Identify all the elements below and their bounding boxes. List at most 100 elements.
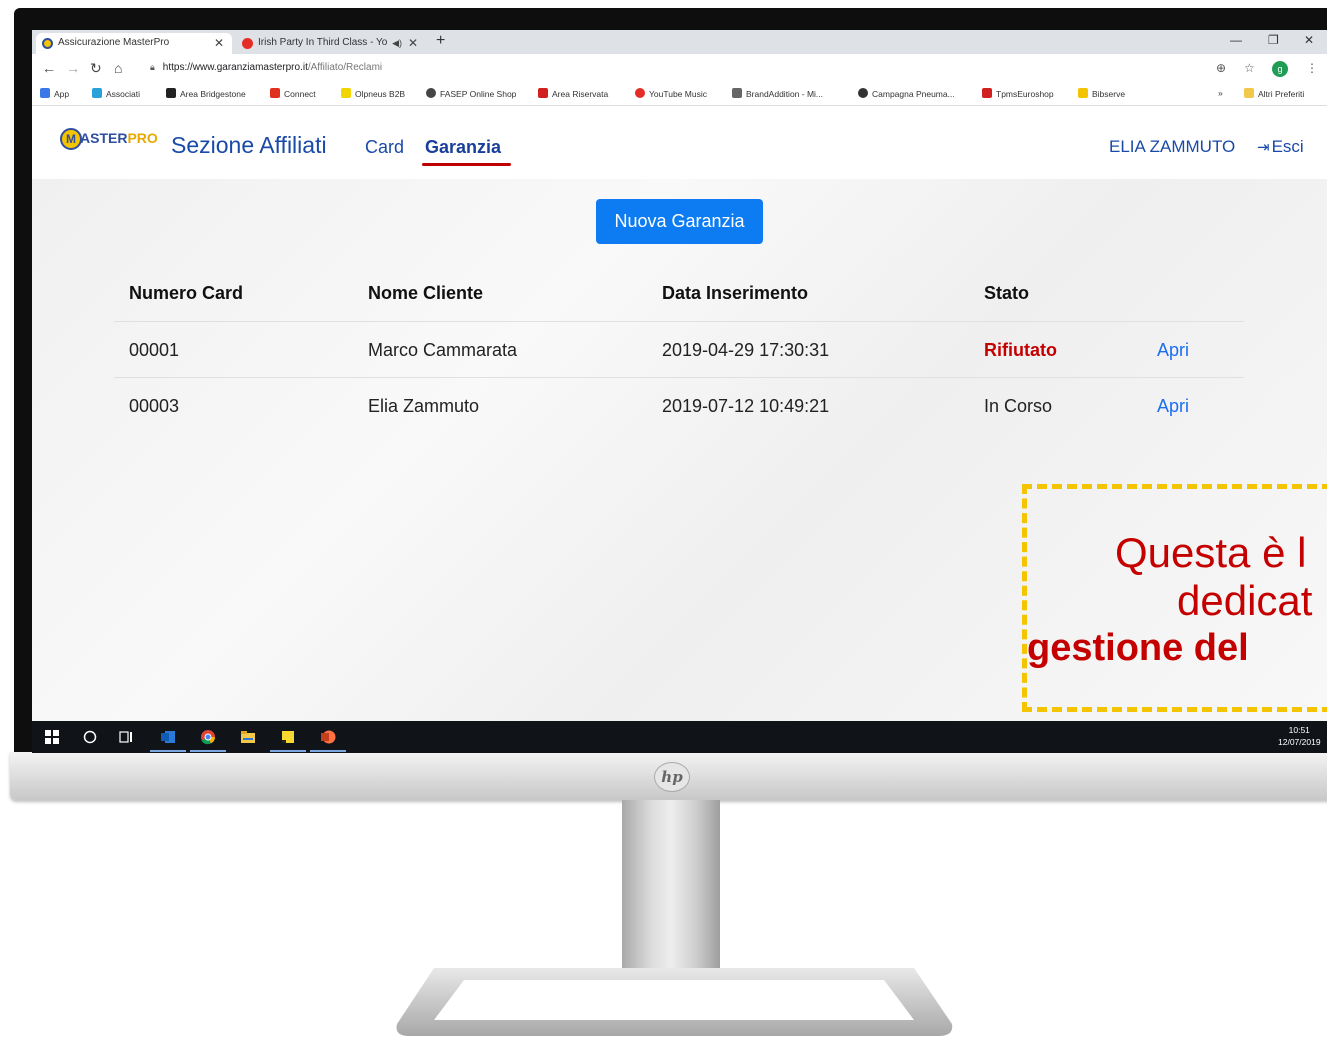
tpms-icon [982, 88, 992, 98]
back-icon[interactable]: ← [42, 60, 56, 76]
bookmark-star-icon[interactable]: ☆ [1244, 61, 1255, 75]
new-tab-icon[interactable]: + [436, 32, 445, 50]
speaker-icon[interactable]: ◀) [392, 33, 402, 53]
insert-date: 2019-07-12 10:49:21 [662, 396, 830, 416]
connect-icon [270, 88, 280, 98]
sticky-notes-icon[interactable] [280, 729, 296, 745]
bookmarks-more-icon[interactable]: » [1218, 88, 1223, 98]
user-name: ELIA ZAMMUTO [1109, 137, 1236, 156]
site-navbar: M ASTERPRO Sezione Affiliati Card Garanz… [32, 106, 1327, 179]
bibserve-icon [1078, 88, 1088, 98]
masterpro-logo[interactable]: M ASTERPRO [60, 128, 158, 154]
customer-name: Marco Cammarata [368, 340, 518, 360]
folder-icon [1244, 88, 1254, 98]
reload-icon[interactable]: ↻ [90, 60, 102, 77]
bookmark-item[interactable]: YouTube Music [635, 88, 707, 99]
bookmark-item[interactable]: Area Bridgestone [166, 88, 246, 99]
browser-tab-active[interactable]: Assicurazione MasterPro ✕ [36, 33, 232, 54]
app-running-indicator [190, 750, 226, 752]
bookmark-item[interactable]: Associati [92, 88, 140, 99]
bookmark-item[interactable]: Olpneus B2B [341, 88, 405, 99]
youtube-favicon-icon [242, 38, 253, 49]
minimize-icon[interactable]: — [1230, 33, 1242, 47]
table-row: 00001 Marco Cammarata 2019-04-29 17:30:3… [114, 321, 1244, 377]
restore-icon[interactable]: ❐ [1268, 33, 1279, 47]
insert-date: 2019-04-29 17:30:31 [662, 340, 830, 360]
url-field[interactable]: 🔒︎ https://www.garanziamasterpro.it/Affil… [150, 62, 382, 73]
annotation-callout: Questa è l dedicat gestione del [1022, 484, 1327, 712]
bookmark-item[interactable]: Connect [270, 88, 316, 99]
profile-avatar[interactable]: g [1272, 61, 1288, 77]
url-host: https://www.garanziamasterpro.it [162, 62, 308, 73]
app-running-indicator [270, 750, 306, 752]
windows-start-icon[interactable] [44, 729, 60, 745]
youtube-music-icon [635, 88, 645, 98]
powerpoint-icon[interactable] [320, 729, 336, 745]
monitor-stand-base [396, 968, 953, 1036]
table-header: Numero Card Nome Cliente Data Inseriment… [114, 265, 1244, 321]
callout-line: Questa è l [1115, 529, 1307, 576]
monitor-stand-neck [622, 800, 720, 980]
outlook-icon[interactable] [160, 729, 176, 745]
new-guarantee-button[interactable]: Nuova Garanzia [596, 199, 763, 244]
callout-line: dedicat [1177, 577, 1313, 624]
bookmark-item[interactable]: Campagna Pneuma... [858, 88, 955, 99]
nav-card[interactable]: Card [365, 137, 404, 158]
cortana-search-icon[interactable] [82, 729, 98, 745]
close-tab-icon[interactable]: ✕ [214, 33, 224, 53]
task-view-icon[interactable] [118, 729, 134, 745]
callout-line: gestione del [1027, 627, 1249, 669]
logout-link[interactable]: ⇥ Esci [1257, 137, 1304, 157]
bookmark-item[interactable]: BrandAddition - Mi... [732, 88, 823, 99]
close-tab-icon[interactable]: ✕ [408, 33, 418, 53]
windows-taskbar: 10:51 12/07/2019 [32, 721, 1327, 753]
bookmarks-bar: App Associati Area Bridgestone Connect O… [32, 84, 1327, 106]
forward-icon[interactable]: → [66, 60, 80, 76]
masterpro-favicon-icon [42, 38, 53, 49]
tab-title: Assicurazione MasterPro [58, 37, 170, 48]
clock-date: 12/07/2019 [1278, 737, 1321, 747]
tab-title: Irish Party In Third Class - Yo [258, 37, 388, 48]
nav-garanzia[interactable]: Garanzia [425, 137, 501, 158]
fasep-icon [426, 88, 436, 98]
menu-kebab-icon[interactable]: ⋮ [1306, 61, 1318, 75]
bookmark-other[interactable]: Altri Preferiti [1244, 88, 1304, 99]
zoom-icon[interactable]: ⊕ [1216, 61, 1226, 75]
bridgestone-icon [166, 88, 176, 98]
bookmark-apps[interactable]: App [40, 88, 69, 99]
browser-tab[interactable]: Irish Party In Third Class - Yo ◀) ✕ [236, 33, 426, 54]
clock-time: 10:51 [1288, 725, 1310, 735]
bookmark-item[interactable]: Bibserve [1078, 88, 1125, 99]
bookmark-item[interactable]: TpmsEuroshop [982, 88, 1054, 99]
lock-icon: 🔒︎ [150, 62, 155, 72]
open-link[interactable]: Apri [1157, 396, 1189, 417]
olpneus-icon [341, 88, 351, 98]
file-explorer-icon[interactable] [240, 729, 256, 745]
apps-grid-icon [40, 88, 50, 98]
logout-icon: ⇥ [1257, 139, 1270, 156]
app-running-indicator [310, 750, 346, 752]
screen: Assicurazione MasterPro ✕ Irish Party In… [32, 30, 1327, 753]
chrome-icon[interactable] [200, 729, 216, 745]
card-number: 00003 [129, 396, 180, 416]
column-header: Stato [984, 283, 1029, 303]
browser-tab-bar: Assicurazione MasterPro ✕ Irish Party In… [32, 30, 1327, 54]
campagna-icon [858, 88, 868, 98]
home-icon[interactable]: ⌂ [114, 60, 122, 76]
active-nav-underline [422, 163, 511, 166]
brand-title[interactable]: Sezione Affiliati [171, 132, 327, 159]
taskbar-clock[interactable]: 10:51 12/07/2019 [1278, 724, 1321, 748]
bookmark-item[interactable]: Area Riservata [538, 88, 608, 99]
brandaddition-icon [732, 88, 742, 98]
column-header: Numero Card [129, 283, 244, 303]
status-rejected: Rifiutato [984, 340, 1057, 360]
claims-table: Numero Card Nome Cliente Data Inseriment… [114, 265, 1244, 433]
url-path: /Affiliato/Reclami [307, 62, 383, 73]
close-window-icon[interactable]: ✕ [1304, 33, 1314, 47]
table-row: 00003 Elia Zammuto 2019-07-12 10:49:21 I… [114, 377, 1244, 433]
open-link[interactable]: Apri [1157, 340, 1189, 361]
fsc-icon [538, 88, 548, 98]
bookmark-item[interactable]: FASEP Online Shop [426, 88, 516, 99]
column-header: Data Inserimento [662, 283, 809, 303]
column-header: Nome Cliente [368, 283, 484, 303]
